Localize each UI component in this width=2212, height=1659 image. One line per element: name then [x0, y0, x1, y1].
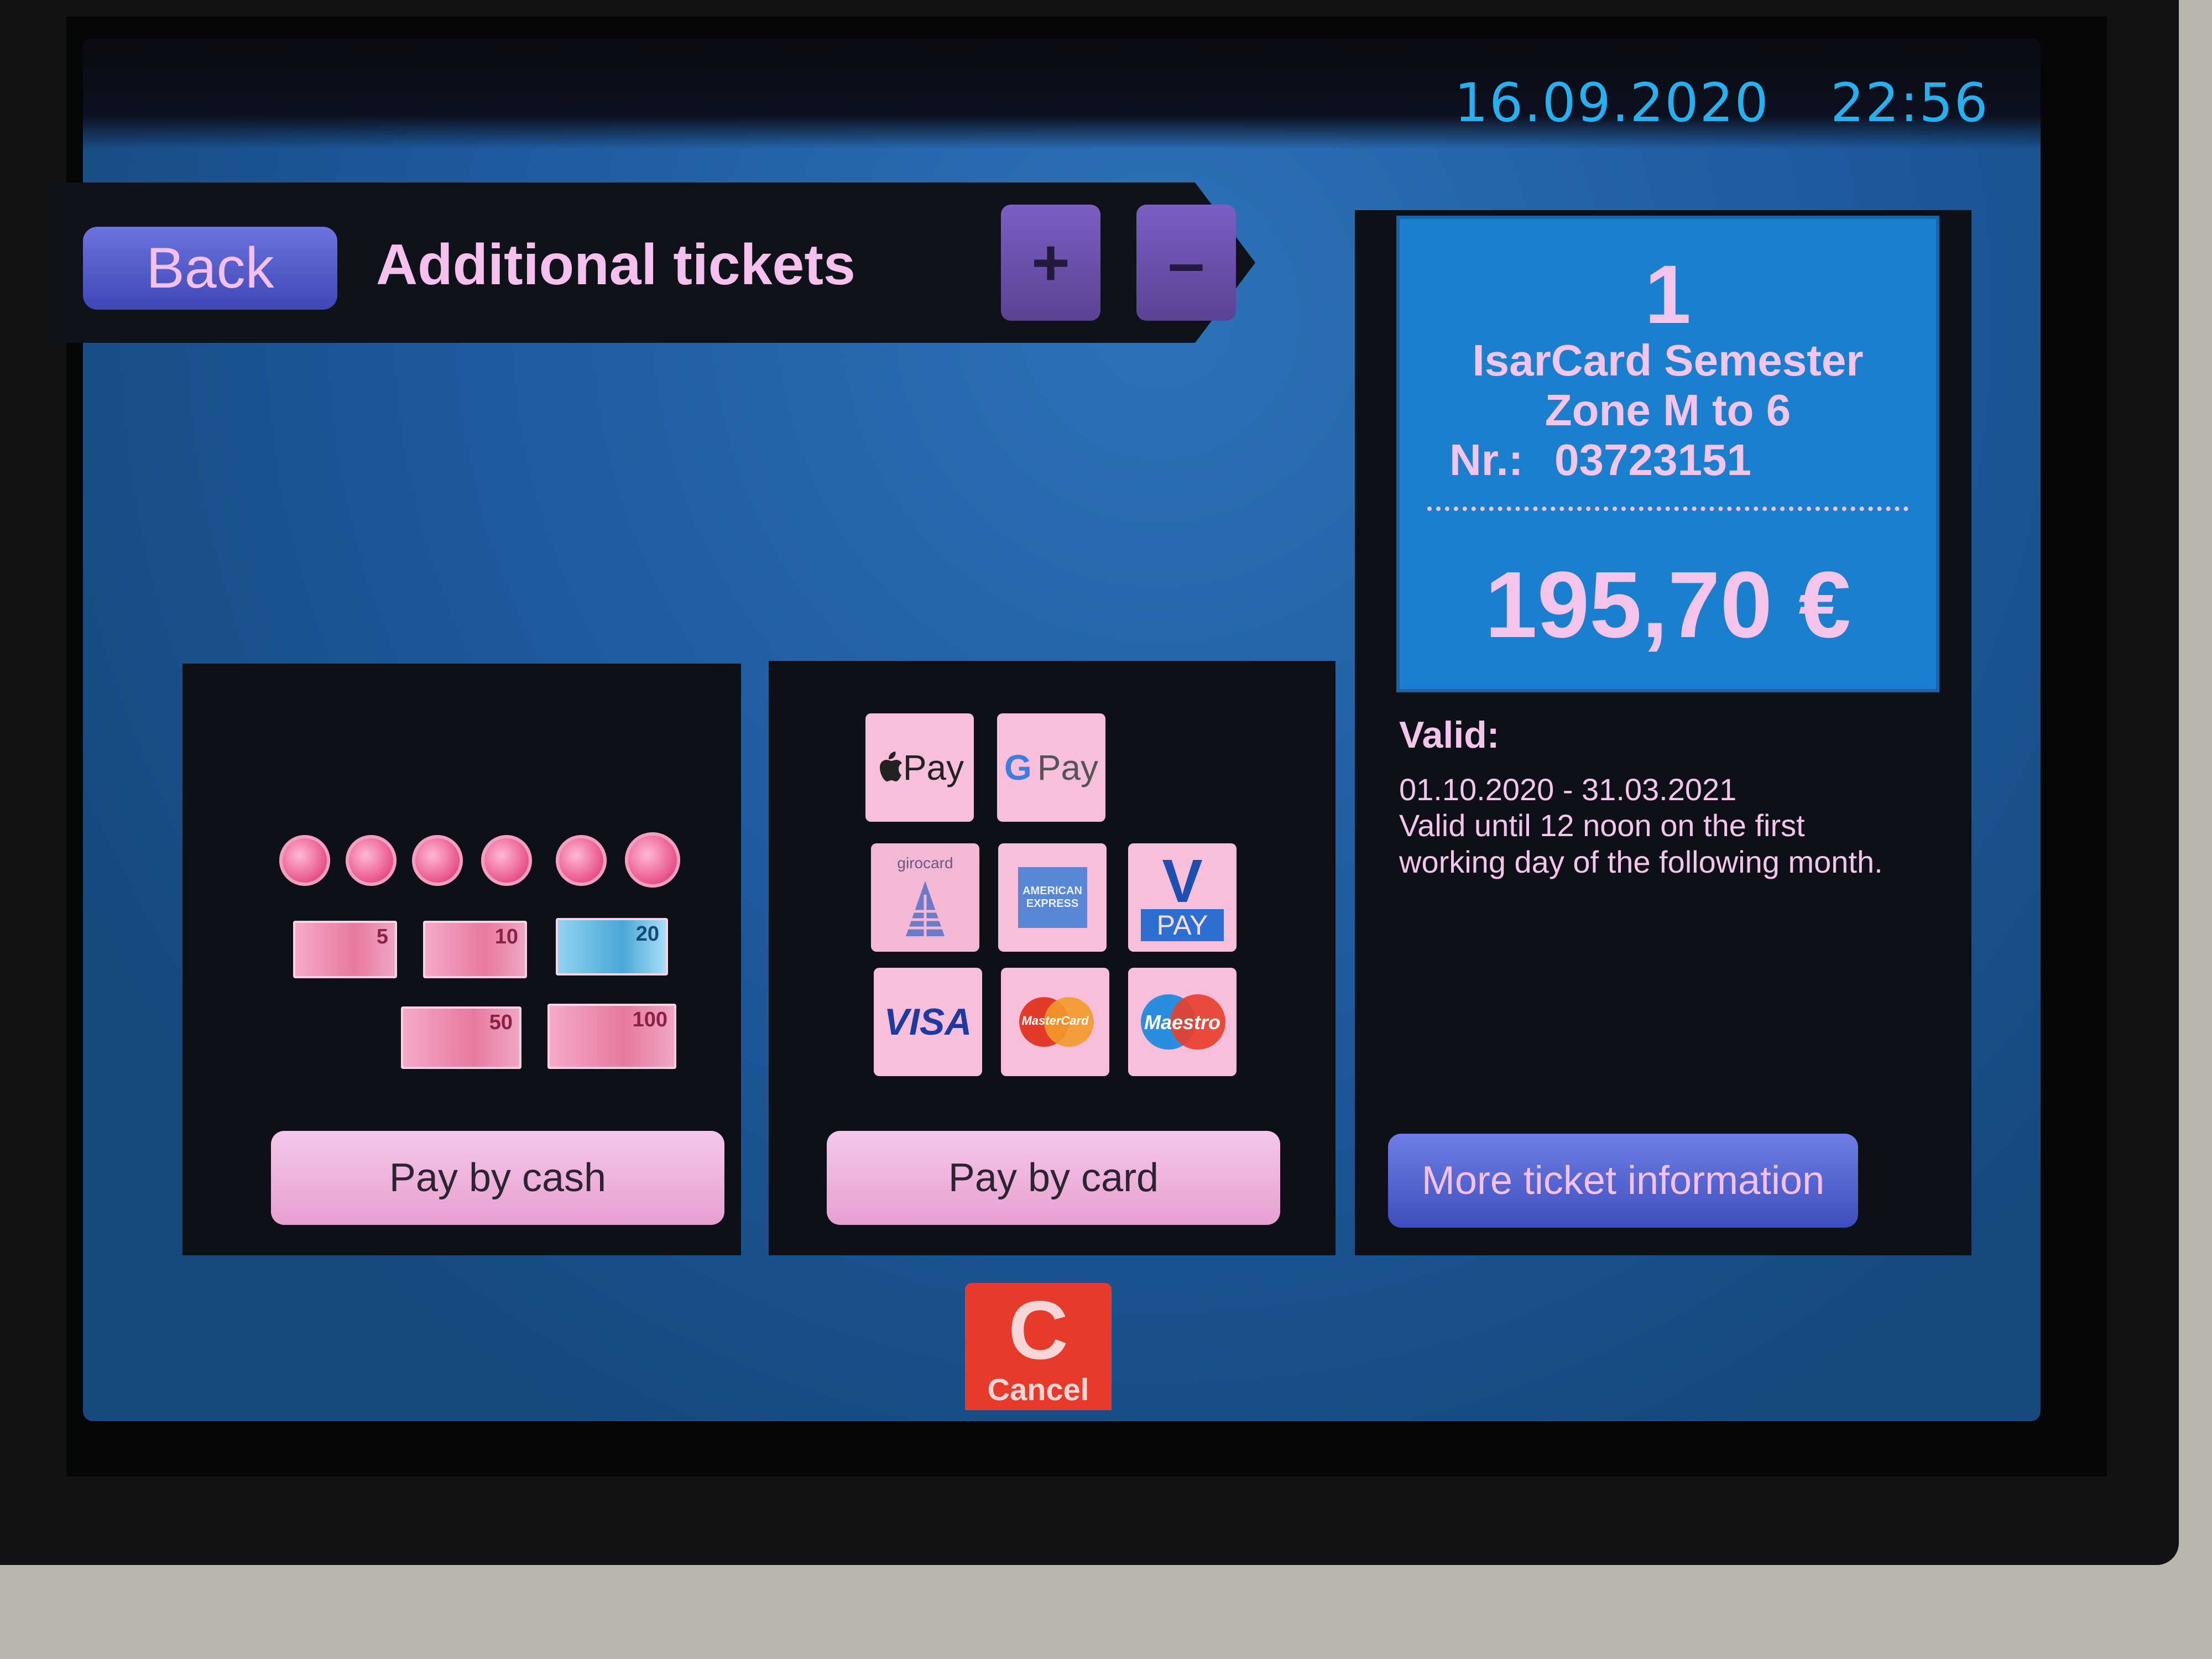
banknote-10-icon: 10	[423, 921, 527, 978]
girocard-icon: girocard	[871, 843, 979, 952]
ticket-price: 195,70 €	[1485, 552, 1851, 658]
coin-icon	[279, 835, 330, 886]
date-display: 16.09.2020	[1454, 72, 1770, 134]
v-pay-icon: V PAY	[1128, 843, 1237, 952]
divider	[1427, 507, 1908, 511]
banknote-20-icon: 20	[556, 918, 668, 975]
banknote-5-icon: 5	[293, 921, 397, 978]
cancel-icon: C	[1008, 1284, 1068, 1376]
validity-dates: 01.10.2020 - 31.03.2021	[1399, 772, 1737, 807]
google-pay-icon: G Pay	[997, 713, 1105, 822]
banknote-100-icon: 100	[547, 1004, 676, 1069]
coin-icon	[556, 835, 607, 886]
ticket-quantity: 1	[1645, 248, 1691, 341]
coin-icon	[346, 835, 397, 886]
american-express-icon: AMERICAN EXPRESS	[998, 843, 1107, 952]
apple-pay-icon: Pay	[865, 713, 974, 822]
page-title: Additional tickets	[376, 233, 855, 297]
back-button[interactable]: Back	[83, 227, 337, 310]
ticket-summary: 1 IsarCard Semester Zone M to 6 Nr.: 037…	[1396, 216, 1939, 692]
validity-heading: Valid:	[1399, 714, 1500, 756]
pay-by-card-button[interactable]: Pay by card	[827, 1131, 1280, 1225]
ticket-zone: Zone M to 6	[1545, 385, 1791, 435]
mastercard-icon: MasterCard	[1001, 968, 1109, 1076]
add-ticket-button[interactable]: +	[1001, 205, 1100, 321]
girocard-symbol-icon	[906, 881, 945, 936]
time-display: 22:56	[1830, 72, 1989, 134]
banknote-50-icon: 50	[401, 1006, 521, 1069]
google-g-icon: G	[1004, 748, 1032, 787]
ticket-number-label: Nr.:	[1449, 435, 1524, 484]
validity-note: Valid until 12 noon on the first working…	[1399, 808, 1883, 879]
coin-icon	[625, 832, 680, 888]
ticket-number: 03723151	[1554, 435, 1751, 484]
cancel-label: Cancel	[987, 1372, 1089, 1407]
cancel-button[interactable]: C Cancel	[965, 1283, 1112, 1410]
coin-icon	[412, 835, 463, 886]
maestro-icon: Maestro	[1128, 968, 1237, 1076]
coin-icon	[481, 835, 532, 886]
pay-by-cash-button[interactable]: Pay by cash	[271, 1131, 724, 1225]
more-ticket-information-button[interactable]: More ticket information	[1388, 1134, 1858, 1228]
remove-ticket-button[interactable]: –	[1136, 205, 1236, 321]
ticket-name: IsarCard Semester	[1472, 336, 1864, 385]
apple-icon	[879, 752, 902, 781]
visa-icon: VISA	[874, 968, 982, 1076]
